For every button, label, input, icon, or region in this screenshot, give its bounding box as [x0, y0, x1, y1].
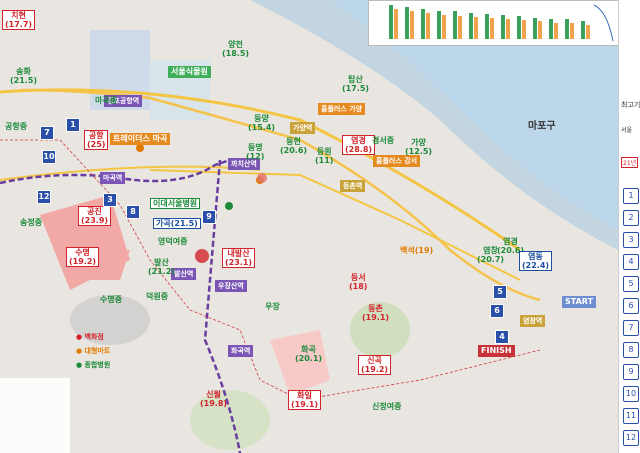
school-label: 발산 (21.2) — [148, 258, 176, 276]
school-label: 덕원중 — [146, 292, 169, 301]
school-label: 신월 (19.8) — [200, 390, 228, 408]
school-label: 염창 (20.7) — [477, 246, 505, 264]
marker[interactable]: 7 — [40, 126, 54, 140]
legend-department-store: ● 백화점 — [76, 333, 104, 341]
route-finish-label: FINISH — [478, 345, 515, 357]
facility-homeplus-gangseo: 홈플러스 강서 — [373, 155, 421, 167]
chart-panel — [368, 0, 620, 46]
school-label: 등원 (11) — [315, 147, 334, 165]
school-label: 내발산 (23.1) — [222, 248, 256, 268]
route-start-label: START — [562, 296, 597, 308]
station-deungchon: 등촌역 — [340, 180, 366, 192]
marker[interactable]: 8 — [126, 205, 140, 219]
school-label: 영덕여중 — [158, 237, 188, 246]
school-label: 마곡중 — [95, 96, 118, 105]
map-legend: ● 백화점 ● 대형마트 ● 종합병원 — [0, 333, 110, 453]
side-region: 서울 — [621, 127, 633, 134]
school-label: 등촌 (19.1) — [362, 304, 390, 322]
marker[interactable]: 10 — [42, 150, 56, 164]
school-label: 신곡 (19.2) — [358, 355, 392, 375]
park-label: 서울식물원 — [168, 66, 211, 78]
school-label: 양천 (18.5) — [222, 40, 250, 58]
school-label: 화일 (19.1) — [288, 390, 322, 410]
chart-panel-bars — [389, 4, 614, 42]
marker[interactable]: 4 — [495, 330, 509, 344]
school-label: 송정중 — [20, 218, 43, 227]
map-canvas[interactable] — [0, 0, 640, 453]
station-hwagok: 화곡역 — [228, 345, 254, 357]
marker[interactable]: 12 — [37, 190, 51, 204]
marker[interactable]: 3 — [103, 193, 117, 207]
station-gayang: 가양역 — [290, 122, 316, 134]
school-label: 신정여중 — [372, 402, 402, 411]
facility-homeplus-gayang: 홈플러스 가양 — [318, 103, 366, 115]
side-title: 최고기 — [621, 101, 640, 109]
school-label: 염동 (22.4) — [519, 251, 553, 271]
side-panel: 최고기 서울 21년 123 456 789 10 11 12 — [618, 0, 640, 453]
school-label: 가곡(21.5) — [153, 218, 201, 229]
school-label: 경서중 — [372, 136, 395, 145]
school-label: 공진 (23.9) — [78, 206, 112, 226]
school-label: 등명 (12) — [246, 143, 265, 161]
facility-hospital: 이대서울병원 — [150, 198, 201, 209]
school-label: 염경 (28.8) — [342, 135, 376, 155]
marker[interactable]: 6 — [490, 304, 504, 318]
school-label: 탑산 (17.5) — [342, 75, 370, 93]
district-label: 마포구 — [528, 121, 556, 132]
school-label: 우장 — [265, 302, 280, 311]
side-year[interactable]: 21년 — [621, 157, 639, 168]
legend-hospital: ● 종합병원 — [76, 361, 111, 369]
school-label: 공항중 — [5, 122, 28, 131]
school-label: 송화 (21.5) — [10, 67, 38, 85]
legend-mart: ● 대형마트 — [76, 347, 111, 355]
marker[interactable]: 9 — [202, 210, 216, 224]
facility-traders: 트레이더스 마곡 — [110, 133, 171, 145]
school-label: 수명 (19.2) — [66, 247, 100, 267]
school-label: 백석(19) — [400, 246, 434, 255]
station-yeomchang: 염창역 — [520, 315, 546, 327]
school-label: 등현 (20.6) — [280, 137, 308, 155]
school-label: 등양 (15.4) — [248, 114, 276, 132]
school-label: 가양 (12.5) — [405, 138, 433, 156]
station-magok: 마곡역 — [100, 172, 126, 184]
school-label: 등서 (18) — [349, 273, 368, 291]
school-label: 수명중 — [100, 295, 123, 304]
school-label: 치현 (17.7) — [2, 10, 36, 30]
marker[interactable]: 1 — [66, 118, 80, 132]
station-ujangsan: 우장산역 — [215, 280, 247, 292]
marker[interactable]: 5 — [493, 285, 507, 299]
school-label: 화곡 (20.1) — [295, 345, 323, 363]
school-label: 공항 (25) — [84, 130, 109, 150]
